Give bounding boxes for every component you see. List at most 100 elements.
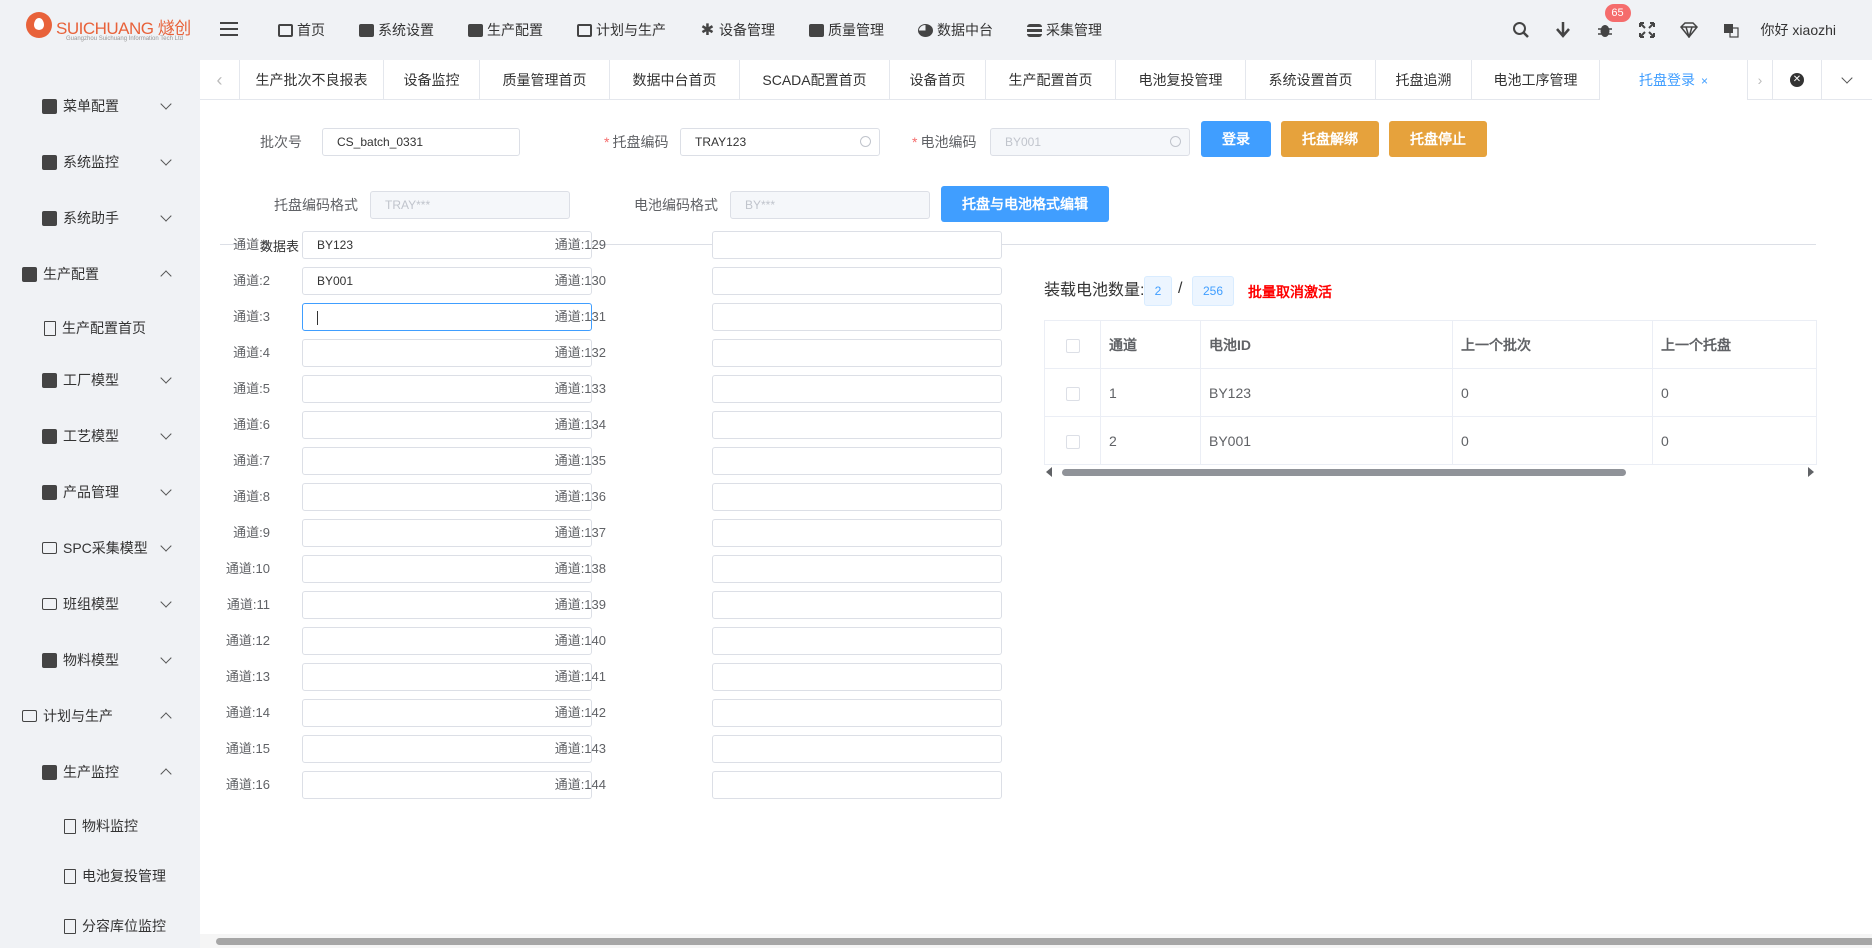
- tab-data-center-home[interactable]: 数据中台首页: [610, 60, 740, 100]
- download-icon[interactable]: [1551, 18, 1575, 42]
- channel-input[interactable]: [712, 375, 1002, 403]
- channel-input[interactable]: [712, 771, 1002, 799]
- sidebar-item-material-model[interactable]: 物料模型: [0, 632, 200, 688]
- sidebar-item-team-model[interactable]: 班组模型: [0, 576, 200, 632]
- user-greeting[interactable]: 你好 xiaozhi: [1761, 20, 1836, 40]
- channel-input[interactable]: [712, 591, 1002, 619]
- table-horizontal-scrollbar[interactable]: [1044, 466, 1816, 478]
- logo-mark-icon: [26, 12, 52, 38]
- table-row[interactable]: 2 BY001 0 0: [1044, 416, 1817, 465]
- sidebar-item-product-management[interactable]: 产品管理: [0, 464, 200, 520]
- language-icon[interactable]: [1719, 18, 1743, 42]
- close-all-tabs-button[interactable]: ✕: [1772, 60, 1822, 100]
- nav-plan-production[interactable]: 计划与生产: [577, 20, 666, 40]
- channel-input[interactable]: [712, 411, 1002, 439]
- nav-collection[interactable]: 采集管理: [1027, 20, 1102, 40]
- nav-home[interactable]: 首页: [278, 20, 325, 40]
- tab-system-settings-home[interactable]: 系统设置首页: [1246, 60, 1376, 100]
- row-checkbox[interactable]: [1065, 386, 1080, 401]
- tray-stop-button[interactable]: 托盘停止: [1389, 121, 1487, 157]
- hamburger-menu-icon[interactable]: [220, 22, 238, 36]
- clear-circle-icon[interactable]: [1170, 136, 1181, 147]
- tab-scroll-left-icon[interactable]: ‹: [200, 60, 240, 100]
- tab-quality-home[interactable]: 质量管理首页: [480, 60, 610, 100]
- nav-data-center[interactable]: 数据中台: [918, 20, 993, 40]
- row-checkbox[interactable]: [1065, 434, 1080, 449]
- horizontal-scrollbar[interactable]: [200, 934, 1872, 948]
- channel-input[interactable]: [712, 267, 1002, 295]
- channel-input[interactable]: [712, 519, 1002, 547]
- tab-label: 托盘登录: [1638, 72, 1695, 88]
- scroll-left-arrow-icon[interactable]: [1046, 467, 1052, 477]
- column-header-channel[interactable]: 通道: [1100, 320, 1201, 369]
- windows-icon: [577, 23, 592, 37]
- clear-circle-icon[interactable]: [860, 136, 871, 147]
- tab-production-batch-defect[interactable]: 生产批次不良报表: [240, 60, 384, 100]
- tab-production-config-home[interactable]: 生产配置首页: [986, 60, 1116, 100]
- channel-input[interactable]: [712, 663, 1002, 691]
- search-icon[interactable]: [1509, 18, 1533, 42]
- tab-battery-reinvest[interactable]: 电池复投管理: [1116, 60, 1246, 100]
- format-edit-button[interactable]: 托盘与电池格式编辑: [941, 186, 1109, 222]
- nav-production-config[interactable]: 生产配置: [468, 20, 543, 40]
- tab-equipment-home[interactable]: 设备首页: [890, 60, 986, 100]
- close-icon[interactable]: ×: [1701, 74, 1708, 88]
- scroll-right-arrow-icon[interactable]: [1808, 467, 1814, 477]
- channel-input[interactable]: [712, 231, 1002, 259]
- channel-input[interactable]: [712, 303, 1002, 331]
- battery-code-input[interactable]: BY001: [990, 128, 1190, 156]
- fullscreen-icon[interactable]: [1635, 18, 1659, 42]
- tab-tray-trace[interactable]: 托盘追溯: [1376, 60, 1472, 100]
- sidebar-item-spc-model[interactable]: SPC采集模型: [0, 520, 200, 576]
- sidebar-item-material-monitor[interactable]: 物料监控: [0, 798, 200, 854]
- tab-tray-login[interactable]: 托盘登录 ×: [1600, 60, 1748, 100]
- scrollbar-thumb[interactable]: [1062, 469, 1626, 476]
- sidebar-item-menu-config[interactable]: 菜单配置: [0, 78, 200, 134]
- battery-format-input[interactable]: BY***: [730, 191, 930, 219]
- select-all-checkbox[interactable]: [1065, 338, 1080, 353]
- sidebar-item-system-monitor[interactable]: 系统监控: [0, 134, 200, 190]
- channel-row: 通道:144: [200, 771, 1002, 799]
- batch-cancel-activation-link[interactable]: 批量取消激活: [1248, 282, 1332, 302]
- batch-input[interactable]: CS_batch_0331: [322, 128, 520, 156]
- tab-battery-process[interactable]: 电池工序管理: [1472, 60, 1600, 100]
- channel-input[interactable]: [712, 627, 1002, 655]
- column-header-battery-id[interactable]: 电池ID: [1200, 320, 1453, 369]
- scrollbar-thumb[interactable]: [216, 938, 1872, 945]
- tray-code-input[interactable]: TRAY123: [680, 128, 880, 156]
- sidebar-item-plan-production[interactable]: 计划与生产: [0, 688, 200, 744]
- diamond-icon[interactable]: [1677, 18, 1701, 42]
- channel-input[interactable]: [712, 447, 1002, 475]
- sidebar-item-factory-model[interactable]: 工厂模型: [0, 352, 200, 408]
- row-checkbox-cell: [1044, 368, 1101, 417]
- tab-menu-dropdown[interactable]: [1822, 60, 1872, 100]
- table-row[interactable]: 1 BY123 0 0: [1044, 368, 1817, 417]
- channel-input[interactable]: [712, 555, 1002, 583]
- channel-input[interactable]: [712, 339, 1002, 367]
- sidebar-item-production-config[interactable]: 生产配置: [0, 246, 200, 302]
- tab-scroll-right-icon[interactable]: ›: [1748, 60, 1772, 100]
- nav-system-settings[interactable]: 系统设置: [359, 20, 434, 40]
- channel-input[interactable]: [712, 483, 1002, 511]
- sidebar-item-production-monitor[interactable]: 生产监控: [0, 744, 200, 800]
- brand-logo[interactable]: SUICHUANG 燧创 Guangzhou Suichuang Informa…: [24, 10, 194, 46]
- bug-icon[interactable]: 65: [1593, 4, 1631, 42]
- tab-equipment-monitor[interactable]: 设备监控: [384, 60, 480, 100]
- monitor-icon: [42, 154, 57, 170]
- sidebar-item-process-model[interactable]: 工艺模型: [0, 408, 200, 464]
- tab-scada-config-home[interactable]: SCADA配置首页: [740, 60, 890, 100]
- channel-input[interactable]: [712, 699, 1002, 727]
- channel-input[interactable]: [712, 735, 1002, 763]
- nav-quality[interactable]: 质量管理: [809, 20, 884, 40]
- sidebar-item-capacity-location-monitor[interactable]: 分容库位监控: [0, 898, 200, 948]
- tray-format-input[interactable]: TRAY***: [370, 191, 570, 219]
- login-button[interactable]: 登录: [1201, 121, 1271, 157]
- nav-equipment[interactable]: ✱ 设备管理: [700, 20, 775, 40]
- sidebar-item-system-assistant[interactable]: 系统助手: [0, 190, 200, 246]
- file-icon: [64, 818, 76, 834]
- sidebar-item-battery-reinvest[interactable]: 电池复投管理: [0, 848, 200, 904]
- sidebar-item-production-config-home[interactable]: 生产配置首页: [0, 300, 200, 356]
- tray-unbind-button[interactable]: 托盘解绑: [1281, 121, 1379, 157]
- column-header-prev-batch[interactable]: 上一个批次: [1452, 320, 1653, 369]
- column-header-prev-tray[interactable]: 上一个托盘: [1652, 320, 1817, 369]
